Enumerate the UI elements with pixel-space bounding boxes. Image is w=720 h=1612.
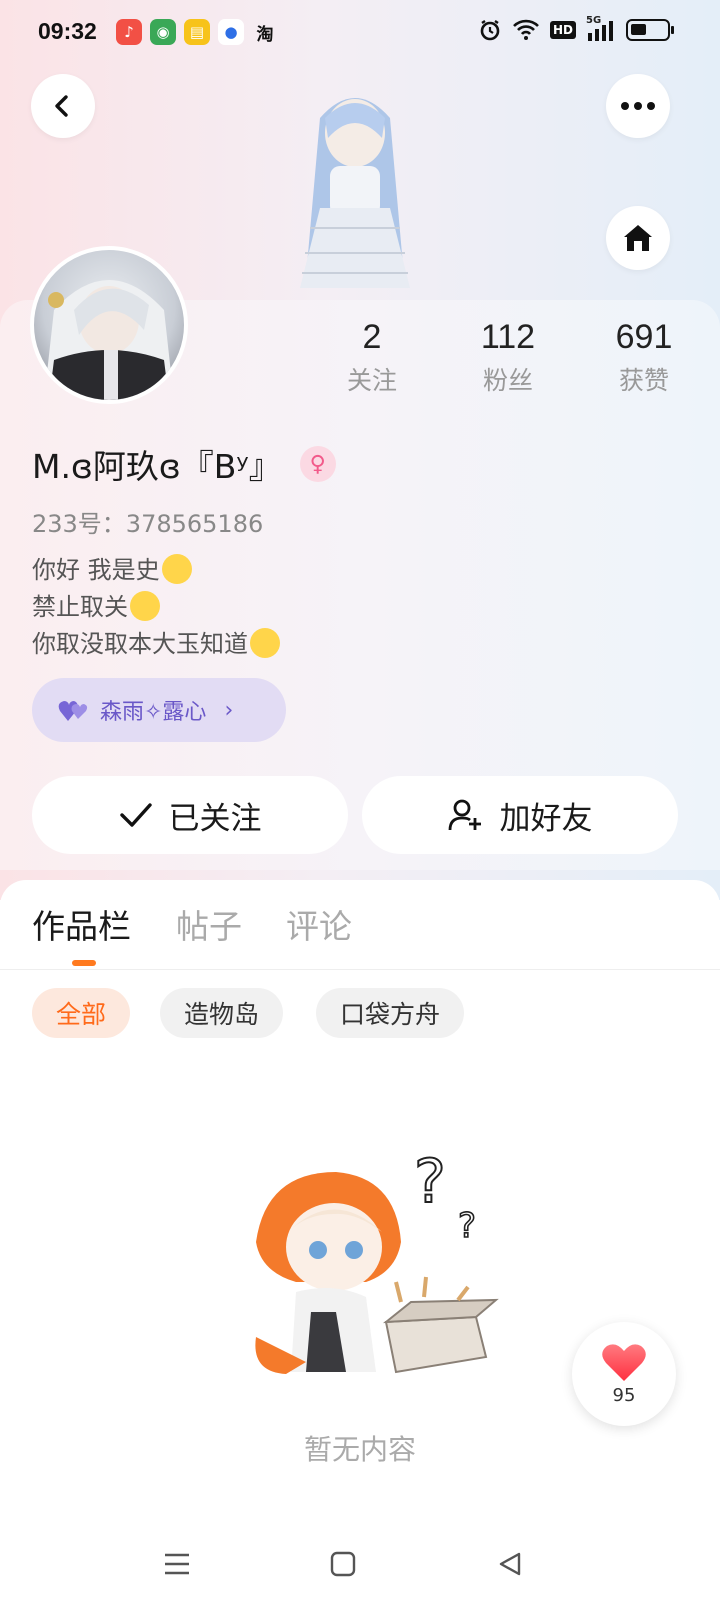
likes-count: 691 — [615, 318, 673, 356]
svg-text:?: ? — [414, 1147, 446, 1217]
bio-line-2: 禁止取关 — [32, 589, 280, 626]
baidu-app-icon: ● — [218, 19, 244, 45]
stat-fans[interactable]: 112 粉丝 — [448, 318, 568, 397]
more-icon — [621, 102, 655, 110]
back-button[interactable] — [31, 74, 95, 138]
stat-likes[interactable]: 691 获赞 — [584, 318, 704, 397]
tab-posts[interactable]: 帖子 — [176, 900, 242, 948]
silly-face-emoji-icon — [161, 554, 192, 584]
battery-icon — [626, 19, 674, 41]
music-app-icon: ♪ — [116, 19, 142, 45]
add-friend-button[interactable]: 加好友 — [362, 776, 678, 854]
like-count: 95 — [612, 1384, 636, 1406]
battery-level — [631, 24, 646, 35]
bio-line-1: 你好 我是史 — [32, 552, 280, 589]
heart-icon — [602, 1343, 646, 1381]
following-button[interactable]: 已关注 — [32, 776, 348, 854]
bio-line-2-text: 禁止取关 — [32, 593, 128, 621]
bio-line-1-text: 你好 我是史 — [32, 556, 160, 584]
username-row: M.ɞ阿玖ɞ『Bʸ』 ♀ — [32, 440, 336, 488]
empty-state-illustration: ? ? — [255, 1146, 499, 1374]
content-tabs: 作品栏 帖子 评论 — [0, 880, 720, 970]
bio: 你好 我是史 禁止取关 你取没取本大玉知道 — [32, 552, 280, 663]
character-avatar-art — [300, 98, 410, 288]
empty-state-text: 暂无内容 — [303, 1433, 416, 1466]
content-section: 作品栏 帖子 评论 全部 造物岛 口袋方舟 ? ? 暂无内容 — [0, 880, 720, 1612]
profile-stats: 2 关注 112 粉丝 691 获赞 — [0, 318, 720, 408]
system-navigation-bar — [0, 1530, 720, 1612]
back-nav-button[interactable] — [490, 1544, 530, 1584]
fans-count: 112 — [480, 318, 536, 356]
hd-icon: HD — [549, 21, 576, 39]
monocle-face-emoji-icon — [250, 628, 280, 658]
username: M.ɞ阿玖ɞ『Bʸ』 — [32, 447, 282, 486]
following-button-label: 已关注 — [168, 800, 262, 837]
group-tag-button[interactable]: 森雨✧露心 › — [32, 678, 286, 742]
chevron-right-icon: › — [224, 697, 234, 723]
notification-app-icons: ♪ ◉ ▤ ● 淘 — [116, 19, 278, 45]
triangle-back-icon — [499, 1552, 521, 1576]
home-button[interactable] — [606, 206, 670, 270]
like-button[interactable]: 95 — [572, 1322, 676, 1426]
group-tag-label: 森雨✧露心 — [100, 700, 207, 725]
user-id: 233号：378565186 — [32, 510, 264, 538]
tab-comments[interactable]: 评论 — [286, 900, 352, 948]
home-nav-button[interactable] — [323, 1544, 363, 1584]
home-icon — [624, 225, 652, 251]
status-bar: 09:32 ♪ ◉ ▤ ● 淘 HD 5G — [0, 0, 720, 64]
add-friend-button-label: 加好友 — [499, 800, 593, 837]
active-tab-indicator — [72, 960, 96, 966]
taobao-app-icon: 淘 — [256, 24, 274, 45]
menu-nav-button[interactable] — [157, 1544, 197, 1584]
more-button[interactable] — [606, 74, 670, 138]
add-user-icon — [448, 799, 481, 831]
huffing-face-emoji-icon — [130, 591, 160, 621]
check-icon — [119, 803, 152, 827]
bio-line-3-text: 你取没取本大玉知道 — [32, 630, 248, 658]
stat-following[interactable]: 2 关注 — [312, 318, 432, 397]
fans-label: 粉丝 — [482, 366, 533, 395]
following-label: 关注 — [346, 366, 397, 395]
double-heart-icon — [58, 701, 88, 721]
filter-creation-island[interactable]: 造物岛 — [160, 988, 284, 1038]
following-count: 2 — [362, 318, 382, 356]
back-icon — [55, 95, 68, 117]
game-app-icon: ◉ — [150, 19, 176, 45]
svg-text:?: ? — [458, 1206, 476, 1246]
filter-pocket-ark[interactable]: 口袋方舟 — [316, 988, 465, 1038]
signal-icon: 5G — [586, 15, 616, 41]
network-type-label: 5G — [586, 15, 602, 26]
bio-line-3: 你取没取本大玉知道 — [32, 626, 280, 663]
alarm-icon — [480, 20, 500, 41]
status-time: 09:32 — [38, 18, 97, 44]
menu-icon — [165, 1553, 189, 1575]
wifi-icon — [513, 19, 539, 40]
filter-all[interactable]: 全部 — [32, 988, 131, 1038]
notes-app-icon: ▤ — [184, 19, 210, 45]
square-icon — [330, 1551, 356, 1577]
female-gender-icon: ♀ — [299, 446, 336, 482]
status-indicators: HD 5G — [478, 15, 674, 42]
tab-works[interactable]: 作品栏 — [32, 900, 131, 948]
likes-label: 获赞 — [618, 366, 669, 395]
